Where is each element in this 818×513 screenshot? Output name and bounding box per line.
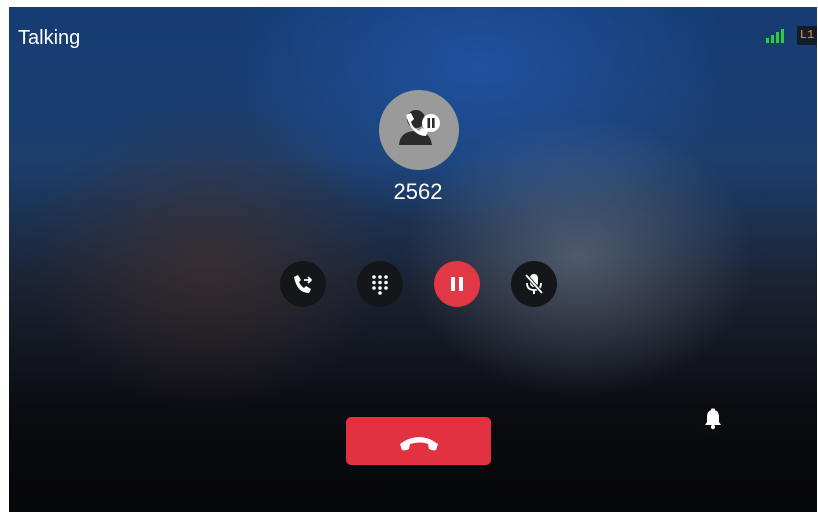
contact-on-hold-icon: [399, 110, 440, 145]
bell-icon: [705, 408, 721, 430]
dnd-button[interactable]: [695, 401, 731, 437]
transfer-icon: [294, 275, 313, 293]
line-indicator: L1: [797, 26, 817, 45]
caller-number: 2562: [393, 179, 443, 204]
transfer-button[interactable]: [280, 261, 326, 307]
caller-avatar: [379, 90, 459, 170]
dialpad-icon: [372, 275, 388, 295]
dialpad-button[interactable]: [357, 261, 403, 307]
mute-button[interactable]: [511, 261, 557, 307]
call-screen: Talking L1 2562: [9, 7, 817, 512]
hold-button[interactable]: [434, 261, 480, 307]
end-call-icon: [399, 437, 438, 451]
call-state-label: Talking: [18, 27, 81, 49]
mute-icon: [524, 273, 544, 295]
hold-icon: [451, 277, 463, 291]
signal-strength-icon: [766, 29, 784, 43]
end-call-button[interactable]: [346, 417, 491, 465]
